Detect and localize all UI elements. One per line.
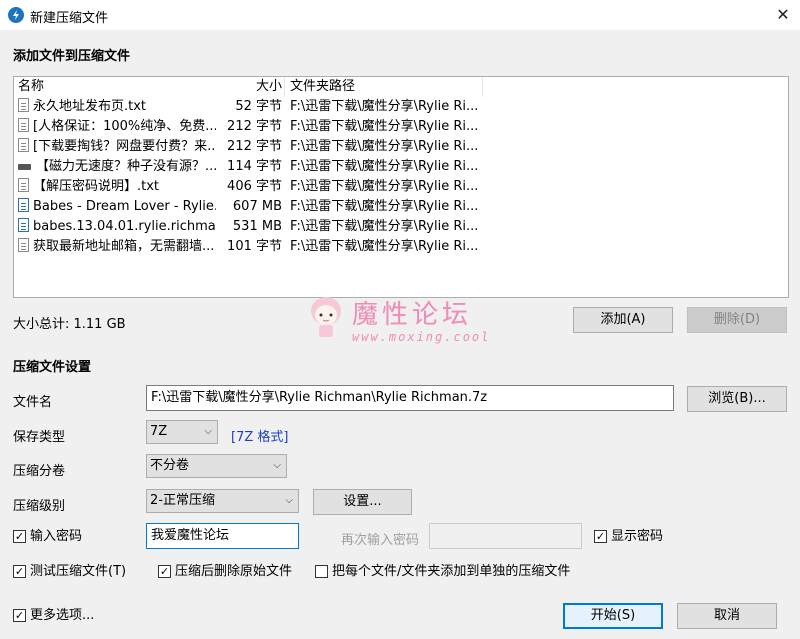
- format-dropdown[interactable]: 7Z ⌵: [146, 420, 218, 444]
- file-path: F:\迅雷下载\魔性分享\Rylie Ri...: [290, 179, 479, 194]
- cancel-button[interactable]: 取消: [677, 603, 777, 629]
- chevron-down-icon: ⌵: [204, 426, 212, 437]
- checkbox-checked-icon: ✓: [13, 609, 26, 622]
- table-row[interactable]: [下载要掏钱？网盘要付费？来... 212 字节 F:\迅雷下载\魔性分享\Ry…: [14, 137, 788, 157]
- more-options-label: 更多选项...: [30, 608, 95, 623]
- file-list[interactable]: 名称 大小 文件夹路径 永久地址发布页.txt 52 字节 F:\迅雷下载\魔性…: [13, 76, 789, 298]
- table-row[interactable]: 【磁力无速度？种子没有源？... 114 字节 F:\迅雷下载\魔性分享\Ryl…: [14, 157, 788, 177]
- app-logo-icon: [8, 7, 24, 23]
- checkbox-checked-icon: ✓: [13, 530, 26, 543]
- watermark-title: 魔性论坛: [352, 300, 473, 330]
- table-row[interactable]: 获取最新地址邮箱，无需翻墙... 101 字节 F:\迅雷下载\魔性分享\Ryl…: [14, 237, 788, 257]
- file-name: 获取最新地址邮箱，无需翻墙...: [33, 239, 215, 254]
- format-label: 保存类型: [13, 430, 66, 445]
- file-size: 607 MB: [232, 199, 282, 214]
- video-file-icon: [18, 198, 29, 212]
- column-header-path[interactable]: 文件夹路径: [290, 77, 355, 97]
- delete-after-label: 压缩后删除原始文件: [175, 564, 293, 579]
- file-name: babes.13.04.01.rylie.richma...: [33, 219, 216, 234]
- total-size: 大小总计: 1.11 GB: [13, 317, 126, 332]
- checkbox-checked-icon: ✓: [594, 530, 607, 543]
- reenter-password-input[interactable]: [429, 523, 582, 549]
- level-value: 2-正常压缩: [150, 493, 215, 508]
- checkbox-unchecked-icon: [315, 565, 328, 578]
- checkbox-checked-icon: ✓: [158, 565, 171, 578]
- level-dropdown[interactable]: 2-正常压缩 ⌵: [146, 489, 299, 513]
- file-name: 永久地址发布页.txt: [33, 99, 147, 114]
- column-divider[interactable]: [482, 77, 483, 97]
- text-file-icon: [18, 238, 29, 252]
- chevron-down-icon: ⌵: [273, 460, 281, 471]
- show-password-label: 显示密码: [611, 529, 664, 544]
- file-name: [下载要掏钱？网盘要付费？来...: [33, 139, 216, 154]
- format-note: [7Z 格式]: [231, 430, 289, 445]
- password-input[interactable]: 我爱魔性论坛: [146, 523, 299, 549]
- file-name: 【解压密码说明】.txt: [33, 179, 160, 194]
- file-size: 531 MB: [232, 219, 282, 234]
- file-path: F:\迅雷下载\魔性分享\Rylie Ri...: [290, 239, 479, 254]
- file-path: F:\迅雷下载\魔性分享\Rylie Ri...: [290, 99, 479, 114]
- text-file-icon: [18, 98, 29, 112]
- window-title: 新建压缩文件: [30, 11, 109, 26]
- file-path: F:\迅雷下载\魔性分享\Rylie Ri...: [290, 199, 479, 214]
- file-path: F:\迅雷下载\魔性分享\Rylie Ri...: [290, 139, 479, 154]
- remove-button[interactable]: 删除(D): [687, 307, 787, 333]
- file-size: 212 字节: [227, 119, 282, 134]
- separate-archives-label: 把每个文件/文件夹添加到单独的压缩文件: [332, 564, 571, 579]
- filename-input[interactable]: F:\迅雷下载\魔性分享\Rylie Richman\Rylie Richman…: [146, 385, 674, 411]
- file-size: 101 字节: [227, 239, 282, 254]
- reenter-password-label: 再次输入密码: [341, 533, 420, 548]
- start-button[interactable]: 开始(S): [563, 603, 663, 629]
- watermark-url: www.moxing.cool: [352, 330, 491, 344]
- table-row[interactable]: 永久地址发布页.txt 52 字节 F:\迅雷下载\魔性分享\Rylie Ri.…: [14, 97, 788, 117]
- column-header-size[interactable]: 大小: [218, 77, 282, 97]
- split-label: 压缩分卷: [13, 464, 66, 479]
- file-path: F:\迅雷下载\魔性分享\Rylie Ri...: [290, 219, 479, 234]
- chevron-down-icon: ⌵: [285, 495, 293, 506]
- table-row[interactable]: babes.13.04.01.rylie.richma... 531 MB F:…: [14, 217, 788, 237]
- table-row[interactable]: 【解压密码说明】.txt 406 字节 F:\迅雷下载\魔性分享\Rylie R…: [14, 177, 788, 197]
- settings-section-title: 压缩文件设置: [13, 360, 92, 375]
- format-value: 7Z: [150, 424, 168, 439]
- file-path: F:\迅雷下载\魔性分享\Rylie Ri...: [290, 159, 479, 174]
- watermark-mascot-icon: [306, 293, 346, 341]
- file-name: [人格保证：100%纯净、免费...: [33, 119, 216, 134]
- checkbox-checked-icon: ✓: [13, 565, 26, 578]
- table-row[interactable]: Babes - Dream Lover - Rylie... 607 MB F:…: [14, 197, 788, 217]
- file-name: 【磁力无速度？种子没有源？...: [36, 159, 216, 174]
- text-file-icon: [18, 118, 29, 132]
- add-button[interactable]: 添加(A): [573, 307, 673, 333]
- video-file-icon: [18, 218, 29, 232]
- text-file-icon: [18, 178, 29, 192]
- filename-label: 文件名: [13, 395, 53, 410]
- password-checkbox-label: 输入密码: [30, 529, 83, 544]
- split-value: 不分卷: [150, 458, 190, 473]
- column-divider[interactable]: [284, 77, 285, 97]
- split-dropdown[interactable]: 不分卷 ⌵: [146, 454, 287, 478]
- file-size: 406 字节: [227, 179, 282, 194]
- close-button[interactable]: ✕: [770, 2, 796, 28]
- executable-file-icon: [18, 158, 32, 172]
- file-size: 212 字节: [227, 139, 282, 154]
- file-size: 114 字节: [227, 159, 282, 174]
- title-bar: 新建压缩文件 ✕: [0, 0, 800, 30]
- browse-button[interactable]: 浏览(B)...: [687, 386, 787, 412]
- file-path: F:\迅雷下载\魔性分享\Rylie Ri...: [290, 119, 479, 134]
- table-row[interactable]: [人格保证：100%纯净、免费... 212 字节 F:\迅雷下载\魔性分享\R…: [14, 117, 788, 137]
- settings-button[interactable]: 设置...: [313, 489, 412, 515]
- text-file-icon: [18, 138, 29, 152]
- test-archive-label: 测试压缩文件(T): [30, 564, 127, 579]
- column-header-name[interactable]: 名称: [18, 77, 44, 97]
- level-label: 压缩级别: [13, 499, 66, 514]
- file-size: 52 字节: [235, 99, 282, 114]
- file-name: Babes - Dream Lover - Rylie...: [33, 199, 216, 214]
- add-section-title: 添加文件到压缩文件: [13, 49, 131, 64]
